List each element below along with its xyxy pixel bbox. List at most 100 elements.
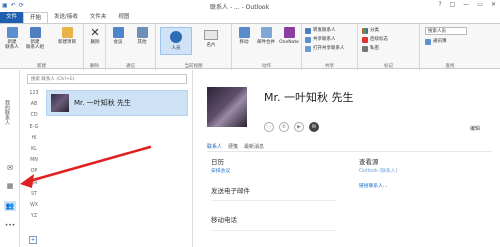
group-share: 转发联系人 共享联系人 打开共享联系人 共享 (302, 24, 358, 70)
add-contact-icon[interactable]: + (29, 236, 37, 244)
tab-whats-new[interactable]: 最新消息 (244, 143, 264, 150)
contact-actions: ◌ ✆ ▶ ✉ (264, 122, 319, 132)
tab-home[interactable]: 开始 (23, 11, 49, 24)
link-contacts-link[interactable]: 链接联系人... (359, 182, 388, 189)
new-contact-icon (6, 27, 18, 38)
ribbon-tabs: 文件 开始 发送/接收 文件夹 视图 (0, 11, 500, 24)
video-icon[interactable]: ▶ (294, 122, 304, 132)
group-current-view-label: 当前视图 (184, 64, 203, 69)
im-icon[interactable]: ◌ (264, 122, 274, 132)
group-communicate-label: 通信 (126, 64, 135, 69)
meeting-button[interactable]: 会议 (108, 27, 128, 45)
group-current-view: 人员 名片 当前视图 (156, 24, 232, 70)
contact-list-item[interactable]: Mr. 一叶知秋 先生 (46, 90, 188, 116)
email-icon[interactable]: ✉ (309, 122, 319, 132)
window-controls: ? □ — ▭ ✕ (438, 1, 496, 8)
index-letter[interactable]: OP (27, 166, 41, 177)
mobile-label: 移动电话 (211, 216, 237, 224)
move-icon (238, 27, 250, 38)
ribbon-display-icon[interactable]: □ (450, 1, 456, 8)
index-letter[interactable]: HI (27, 133, 41, 144)
index-letter[interactable]: AB (27, 99, 41, 110)
more-button[interactable]: 其他 (132, 27, 152, 45)
view-card-button[interactable]: 名片 (196, 27, 226, 55)
forward-contact-button[interactable]: 转发联系人 (305, 27, 336, 35)
quick-access-toolbar: ▣ ↶ ⟳ (2, 1, 24, 10)
group-find: 搜索人员 通讯簿 查找 (420, 24, 480, 70)
index-letter[interactable]: WX (27, 200, 41, 211)
detail-tabs: 联系人 便笺 最新消息 (207, 143, 264, 150)
group-tags: 分类 后续标志 私密 标记 (358, 24, 420, 70)
close-icon[interactable]: ✕ (491, 1, 496, 8)
categorize-button[interactable]: 分类 (362, 27, 379, 35)
index-letter[interactable]: MN (27, 155, 41, 166)
call-icon[interactable]: ✆ (279, 122, 289, 132)
tab-notes[interactable]: 便笺 (228, 143, 238, 150)
calendar-label: 日历 (211, 158, 224, 166)
restore-icon[interactable]: ▭ (477, 1, 483, 8)
schedule-meeting-link[interactable]: 安排会议 (211, 167, 230, 174)
group-actions-label: 动作 (262, 64, 271, 69)
private-button[interactable]: 私密 (362, 45, 379, 53)
tab-file[interactable]: 文件 (0, 12, 24, 23)
tab-contact[interactable]: 联系人 (207, 143, 222, 150)
index-letter[interactable]: QR (27, 178, 41, 189)
new-items-icon (61, 27, 73, 38)
tab-view[interactable]: 视图 (112, 12, 135, 23)
new-contact-button[interactable]: 新建 联系人 (2, 27, 22, 50)
my-contacts-label[interactable]: 我的联系人 (4, 100, 11, 125)
new-group-button[interactable]: 新建 联系人组 (25, 27, 45, 50)
open-shared-icon (305, 46, 311, 52)
delete-icon: ✕ (90, 26, 100, 39)
open-shared-button[interactable]: 打开共享联系人 (305, 45, 345, 53)
view-people-button[interactable]: 人员 (160, 27, 192, 55)
delete-button[interactable]: ✕ 删除 (85, 27, 105, 45)
group-delete: ✕ 删除 删除 (84, 24, 106, 70)
index-letter[interactable]: 123 (27, 88, 41, 99)
navigation-pane: 我的联系人 ✉ ▦ 👥 ••• (0, 70, 20, 247)
flag-icon (362, 37, 368, 43)
index-letter[interactable]: KL (27, 144, 41, 155)
index-letter[interactable]: CD (27, 110, 41, 121)
address-book-button[interactable]: 通讯簿 (425, 38, 447, 46)
move-button[interactable]: 移动 (234, 27, 254, 45)
new-items-button[interactable]: 新建项目 (52, 27, 82, 45)
save-icon[interactable]: ▣ (2, 1, 8, 10)
more-icon (136, 27, 148, 38)
sync-icon[interactable]: ⟳ (19, 1, 24, 10)
contact-full-name: Mr. 一叶知秋 先生 (264, 91, 354, 104)
help-icon[interactable]: ? (438, 1, 441, 8)
tab-send-receive[interactable]: 发送/接收 (48, 12, 84, 23)
view-source-value[interactable]: Outlook (联系人) (359, 167, 397, 174)
view-source-label: 查看源 (359, 158, 379, 166)
business-card-icon (204, 30, 218, 40)
minimize-icon[interactable]: — (463, 1, 469, 8)
search-contacts-input[interactable]: 搜索 联系人 (Ctrl+E) (27, 74, 187, 84)
group-communicate: 会议 其他 通信 (106, 24, 156, 70)
divider (207, 151, 492, 152)
edit-link[interactable]: 编辑 (470, 125, 480, 132)
calendar-icon[interactable]: ▦ (4, 181, 16, 191)
mail-merge-icon (260, 27, 272, 38)
undo-icon[interactable]: ↶ (11, 1, 16, 10)
onenote-icon (283, 27, 295, 38)
index-letter[interactable]: ST (27, 189, 41, 200)
search-people-input[interactable]: 搜索人员 (425, 27, 467, 35)
onenote-button[interactable]: OneNote (278, 27, 300, 45)
group-tags-label: 标记 (384, 64, 393, 69)
mail-icon[interactable]: ✉ (4, 163, 16, 173)
followup-button[interactable]: 后续标志 (362, 36, 388, 44)
group-find-label: 查找 (445, 64, 455, 69)
index-letter[interactable]: E-G (27, 122, 41, 133)
mail-merge-button[interactable]: 邮件合并 (256, 27, 276, 45)
share-icon (305, 37, 311, 43)
more-nav-icon[interactable]: ••• (4, 220, 16, 230)
lock-icon (362, 46, 368, 52)
group-delete-label: 删除 (90, 64, 99, 69)
share-contact-button[interactable]: 共享联系人 (305, 36, 336, 44)
tab-folder[interactable]: 文件夹 (84, 12, 113, 23)
meeting-icon (112, 27, 124, 38)
people-nav-icon[interactable]: 👥 (4, 201, 16, 211)
index-letter[interactable]: YZ (27, 211, 41, 222)
group-share-label: 共享 (325, 64, 334, 69)
